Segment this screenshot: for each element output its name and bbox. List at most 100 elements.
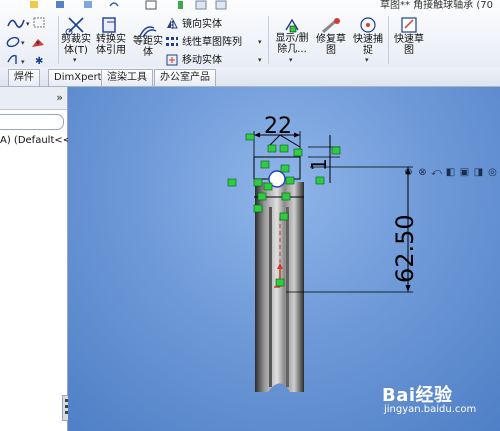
convert-label-1: 转换实 (96, 34, 126, 45)
quick-snaps-label-1: 快速捕 (353, 34, 383, 45)
save-icon[interactable] (56, 1, 64, 8)
rapid-sketch-label-1: 快速草 (394, 34, 424, 45)
dimension-height-value[interactable]: 62.50 (391, 214, 419, 283)
mirror-entities-button[interactable]: 镜向实体 (166, 18, 262, 31)
construction-geometry-icon[interactable] (33, 17, 45, 28)
graphics-area[interactable]: ⊕⊗⤺◧▣◨◎ (68, 87, 500, 431)
trim-entities-button[interactable]: 剪裁实 体(T) ▾ (59, 16, 93, 64)
quick-snaps-button[interactable]: 快速捕 捉 ▾ (350, 16, 386, 64)
move-entities-button[interactable]: 移动实体 ▾ (166, 54, 264, 67)
quick-access-icons (30, 0, 227, 10)
open-icon[interactable] (30, 1, 38, 8)
undo-icon[interactable] (109, 2, 119, 7)
relation-marker[interactable] (227, 178, 237, 187)
offset-label-1: 等距实 (133, 36, 163, 47)
trim-dropdown-icon[interactable]: ▾ (73, 56, 77, 64)
linear-pattern-button[interactable]: 线性草图阵列 ▾ (166, 36, 264, 49)
relation-marker[interactable] (253, 178, 263, 187)
rapid-sketch-button[interactable]: 快速草 图 (390, 16, 428, 64)
offset-entities-button[interactable]: 等距实 体 (130, 24, 166, 64)
panel-header: » (0, 87, 67, 110)
window-title: 草图** 角接触球轴承 (70 (380, 0, 493, 11)
relation-marker[interactable] (267, 144, 277, 153)
tree-filter-input[interactable] (0, 114, 64, 130)
centerline-dropdown-icon[interactable]: ▾ (21, 58, 25, 66)
relation-marker[interactable] (285, 176, 295, 185)
relation-marker[interactable] (253, 204, 263, 213)
relation-marker[interactable] (257, 192, 267, 201)
tab-office-products[interactable]: 办公室产品 (154, 69, 216, 86)
repair-label-2: 图 (326, 45, 336, 56)
display-delete-relations-button[interactable]: 显示/删 除几... ▾ (272, 16, 312, 64)
linear-pattern-icon (166, 37, 178, 46)
ellipse-dropdown-icon[interactable]: ▾ (21, 39, 25, 47)
command-manager-tabs: 焊件 DimXpert 渲染工具 办公室产品 (0, 67, 500, 87)
sketch-entity-tools: ▾ ▾ ▾ ▾ ✱ (4, 14, 58, 67)
relation-marker[interactable] (280, 164, 290, 173)
relation-marker[interactable] (245, 133, 255, 141)
convert-entities-button[interactable]: 转换实 体引用 (93, 16, 129, 64)
ribbon-separator (268, 16, 269, 64)
print-icon[interactable] (84, 1, 92, 8)
sketch-canvas: 22 1 62.50 (227, 114, 419, 392)
move-label: 移动实体 (182, 55, 222, 66)
relations-label-1: 显示/删 (275, 33, 309, 44)
command-manager-ribbon: 草图** 角接触球轴承 (70 ▾ ▾ ▾ ▾ ✱ 剪裁实 体(T) ▾ 转换实… (0, 0, 500, 68)
select-icon[interactable] (145, 0, 157, 10)
offset-label-2: 体 (143, 47, 153, 58)
linear-pattern-dropdown-icon[interactable]: ▾ (258, 38, 262, 46)
ribbon-separator (388, 16, 389, 64)
collapse-panel-icon[interactable]: » (56, 91, 63, 104)
point-icon[interactable]: ✱ (35, 56, 43, 67)
relations-label-2: 除几... (277, 44, 307, 55)
repair-label-1: 修复草 (316, 34, 346, 45)
rapid-sketch-icon (401, 17, 417, 33)
dimension-width[interactable]: 22 (253, 114, 301, 157)
move-dropdown-icon[interactable]: ▾ (258, 56, 262, 64)
repair-sketch-icon (322, 18, 340, 34)
trim-label-1: 剪裁实 (61, 34, 91, 45)
feature-manager-panel: » A) (Default<< (0, 87, 71, 431)
baidu-watermark-url: jingyan.baidu.com (384, 404, 477, 415)
relation-marker[interactable] (293, 148, 303, 157)
relation-marker[interactable] (279, 212, 289, 221)
tab-dimxpert[interactable]: DimXpert (48, 69, 108, 86)
fillet-dropdown-icon[interactable]: ▾ (36, 39, 40, 47)
dimension-height[interactable]: 62.50 (286, 166, 419, 293)
relation-marker[interactable] (279, 144, 289, 153)
dimension-small-value[interactable]: 1 (307, 158, 331, 171)
linear-pattern-label: 线性草图阵列 (182, 37, 242, 48)
relation-marker[interactable] (331, 146, 341, 155)
relation-marker[interactable] (275, 278, 285, 287)
quick-snaps-icon (360, 17, 376, 33)
trim-label-2: 体(T) (64, 45, 88, 56)
relation-marker[interactable] (260, 160, 270, 169)
spline-icon[interactable] (7, 19, 25, 28)
tree-item-part[interactable]: A) (Default<< (0, 135, 71, 146)
rapid-sketch-label-2: 图 (404, 45, 414, 56)
dimension-width-value[interactable]: 22 (264, 114, 292, 139)
repair-sketch-button[interactable]: 修复草 图 (313, 16, 349, 64)
rebuild-icon[interactable] (178, 1, 183, 9)
spline-dropdown-icon[interactable]: ▾ (26, 20, 30, 28)
ellipse-icon[interactable] (6, 36, 20, 48)
tab-render-tools[interactable]: 渲染工具 (101, 69, 153, 86)
relations-dropdown-icon[interactable]: ▾ (289, 56, 293, 64)
quick-access-toolbar (6, 0, 266, 10)
relation-marker[interactable] (263, 182, 273, 191)
relations-icon (285, 18, 299, 33)
mirror-label: 镜向实体 (182, 19, 222, 30)
quick-snaps-label-2: 捉 (363, 45, 373, 56)
relation-marker[interactable] (315, 176, 325, 185)
tab-weldments[interactable]: 焊件 (8, 69, 40, 86)
dimension-small[interactable]: 1 (307, 135, 340, 183)
options-icon[interactable] (195, 0, 207, 10)
file-props-icon[interactable] (215, 0, 227, 10)
mirror-icon (167, 18, 178, 30)
quick-snaps-dropdown-icon[interactable]: ▾ (365, 56, 369, 64)
move-icon (166, 54, 178, 66)
convert-label-2: 体引用 (96, 45, 126, 56)
convert-entities-icon (102, 17, 116, 33)
centerline-icon[interactable] (7, 54, 17, 64)
relation-marker[interactable] (281, 192, 291, 201)
